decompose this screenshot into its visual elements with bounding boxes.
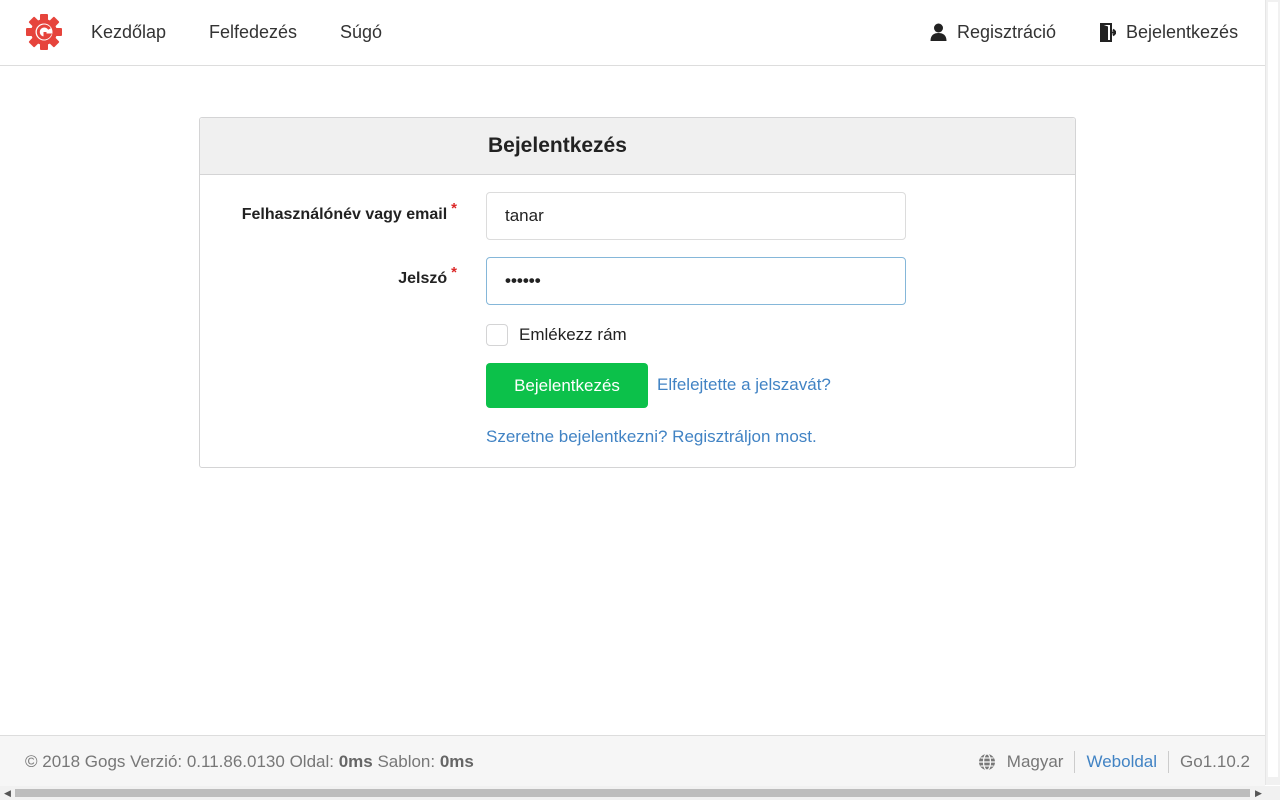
password-label: Jelszó [398,270,448,287]
nav-explore-link[interactable]: Felfedezés [209,21,297,43]
register-now-link[interactable]: Szeretne bejelentkezni? Regisztráljon mo… [486,426,817,448]
language-selector[interactable]: Magyar [1007,751,1064,773]
required-asterisk: * [451,200,457,217]
copyright-text: © 2018 Gogs Verzió: 0.11.86.0130 Oldal: [25,752,339,771]
login-form-header: Bejelentkezés [200,118,1075,175]
password-label-row: Jelszó * [398,264,457,289]
signin-link[interactable]: Bejelentkezés [1100,21,1238,43]
signin-label: Bejelentkezés [1126,22,1239,42]
page-time: 0ms [338,752,373,771]
divider [1074,751,1076,773]
forgot-password-link[interactable]: Elfelejtette a jelszavát? [657,374,831,396]
divider [1168,751,1170,773]
sign-in-icon [1100,22,1116,42]
scroll-right-icon[interactable]: ▶ [1255,788,1262,798]
footer-links: Magyar Weboldal Go1.10.2 [978,751,1250,773]
globe-icon [978,753,995,771]
username-input[interactable]: tanar [486,192,906,240]
nav-help-link[interactable]: Súgó [340,21,382,43]
login-form: Bejelentkezés Felhasználónév vagy email *… [199,117,1076,468]
website-link[interactable]: Weboldal [1086,751,1157,773]
footer-version-info: © 2018 Gogs Verzió: 0.11.86.0130 Oldal: … [25,751,474,773]
footer: © 2018 Gogs Verzió: 0.11.86.0130 Oldal: … [0,735,1265,786]
horizontal-scrollbar[interactable]: ◀ ▶ [0,786,1280,800]
scrollbar-thumb[interactable] [15,789,1250,797]
user-icon [930,23,947,41]
login-title: Bejelentkezés [488,134,627,157]
scroll-left-icon[interactable]: ◀ [4,788,11,798]
template-label: Sablon: [372,752,440,771]
go-version: Go1.10.2 [1180,752,1250,771]
top-navbar: Kezdőlap Felfedezés Súgó Regisztráció Be… [0,0,1265,66]
register-link[interactable]: Regisztráció [930,21,1056,43]
password-value: •••••• [505,271,541,290]
remember-me-label[interactable]: Emlékezz rám [519,324,627,346]
nav-home-link[interactable]: Kezdőlap [91,21,166,43]
remember-me-checkbox[interactable] [486,324,508,346]
signin-submit-button[interactable]: Bejelentkezés [486,363,648,408]
register-label: Regisztráció [957,22,1057,42]
required-asterisk: * [451,264,457,281]
username-label-row: Felhasználónév vagy email * [241,200,457,225]
template-time: 0ms [439,752,474,771]
username-label: Felhasználónév vagy email [241,206,448,223]
vertical-scrollbar[interactable] [1265,0,1280,785]
gogs-logo-icon[interactable] [26,14,62,50]
password-input[interactable]: •••••• [486,257,906,305]
